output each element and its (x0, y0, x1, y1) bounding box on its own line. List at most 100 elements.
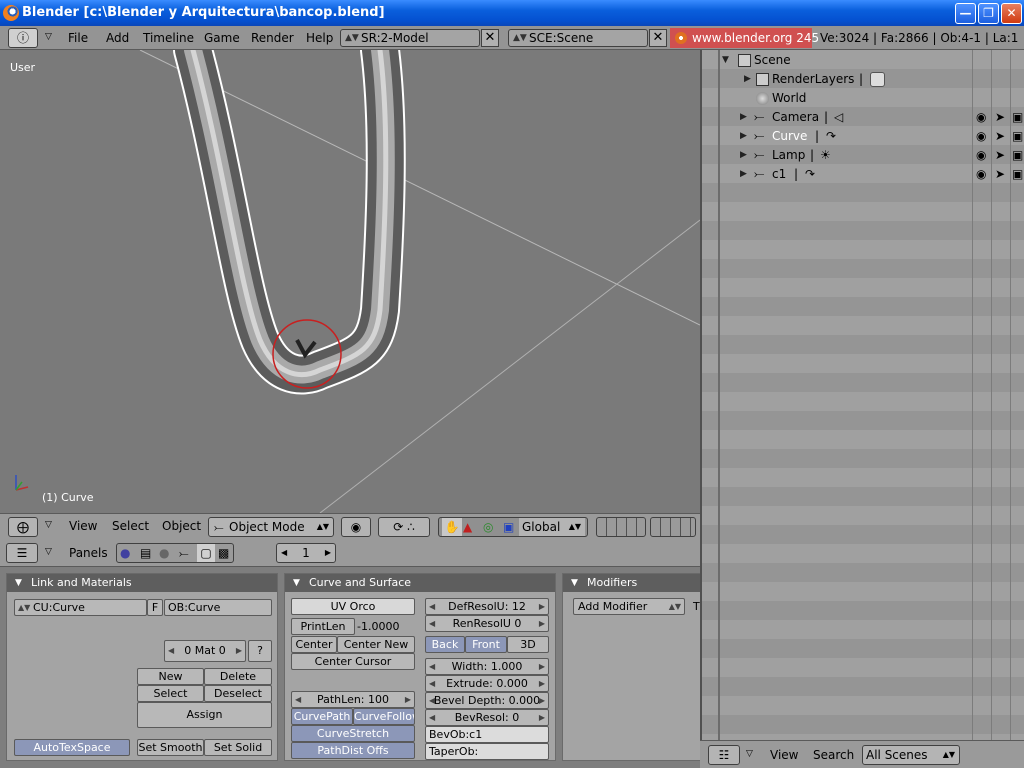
viewport-menu-select[interactable]: Select (112, 519, 149, 533)
material-select-button[interactable]: Select (137, 685, 204, 702)
collapse-menu-icon[interactable]: ▽ (45, 32, 52, 42)
panels-label[interactable]: Panels (69, 546, 108, 560)
menu-file[interactable]: File (68, 31, 88, 45)
menu-render[interactable]: Render (251, 31, 294, 45)
fake-user-button[interactable]: F (147, 599, 163, 616)
material-deselect-button[interactable]: Deselect (204, 685, 272, 702)
object-name-field[interactable]: OB:Curve (164, 599, 272, 616)
visibility-eye-icon[interactable]: ◉ (976, 146, 986, 165)
bevob-field[interactable]: BevOb:c1 (425, 726, 549, 743)
selectable-arrow-icon[interactable]: ➤ (995, 146, 1005, 165)
autotexspace-toggle[interactable]: AutoTexSpace (14, 739, 130, 756)
outliner-row-camera[interactable]: ▶ ⤚ Camera | ◁ ◉ ➤ ▣ (702, 108, 1023, 127)
expand-triangle-icon[interactable]: ▶ (740, 108, 747, 127)
bevel-depth-field[interactable]: ◀ Bevel Depth: 0.000 ▶ (425, 692, 549, 709)
mode-selector[interactable]: ⤚ Object Mode ▲▼ (208, 517, 334, 537)
outliner-row-curve[interactable]: ▶ ⤚ Curve | ↷ ◉ ➤ ▣ (702, 127, 1023, 146)
renderable-icon[interactable]: ▣ (1012, 165, 1023, 184)
width-field[interactable]: ◀ Width: 1.000 ▶ (425, 658, 549, 675)
collapse-menu-icon[interactable]: ▽ (746, 749, 753, 759)
close-button[interactable]: ✕ (1001, 3, 1022, 24)
logic-icon[interactable]: ● (120, 544, 130, 562)
visibility-eye-icon[interactable]: ◉ (976, 108, 986, 127)
visibility-eye-icon[interactable]: ◉ (976, 165, 986, 184)
expand-triangle-icon[interactable]: ▶ (740, 146, 747, 165)
pivot-button[interactable]: ⟳ ∴ (378, 517, 430, 537)
set-solid-button[interactable]: Set Solid (204, 739, 272, 756)
expand-triangle-icon[interactable]: ▼ (722, 51, 729, 70)
draw-type-button[interactable]: ◉ (341, 517, 371, 537)
layer-buttons-1[interactable] (596, 517, 646, 537)
material-assign-button[interactable]: Assign (137, 702, 272, 728)
outliner-menu-search[interactable]: Search (813, 748, 854, 762)
panel-title[interactable]: ▼ Modifiers (563, 574, 700, 592)
3d-viewport[interactable]: User (1) Curve (0, 50, 700, 513)
pathdist-offs-toggle[interactable]: PathDist Offs (291, 742, 415, 759)
editing-icon[interactable]: ▢ (197, 544, 215, 562)
collapse-menu-icon[interactable]: ▽ (45, 547, 52, 557)
menu-add[interactable]: Add (106, 31, 129, 45)
viewport-menu-object[interactable]: Object (162, 519, 201, 533)
selectable-arrow-icon[interactable]: ➤ (995, 165, 1005, 184)
center-cursor-button[interactable]: Center Cursor (291, 653, 415, 670)
shading-icon[interactable]: ● (159, 544, 169, 562)
selectable-arrow-icon[interactable]: ➤ (995, 127, 1005, 146)
renderable-icon[interactable]: ▣ (1012, 146, 1023, 165)
menu-timeline[interactable]: Timeline (143, 31, 194, 45)
script-icon[interactable]: ▤ (140, 544, 151, 562)
selectable-arrow-icon[interactable]: ➤ (995, 108, 1005, 127)
scale-icon[interactable]: ▣ (503, 518, 514, 536)
curvefollow-toggle[interactable]: CurveFollow (353, 708, 415, 725)
extrude-field[interactable]: ◀ Extrude: 0.000 ▶ (425, 675, 549, 692)
translate-icon[interactable]: ▲ (463, 518, 472, 536)
back-toggle[interactable]: Back (425, 636, 465, 653)
restore-button[interactable]: ❐ (978, 3, 999, 24)
curvepath-toggle[interactable]: CurvePath (291, 708, 353, 725)
printlen-button[interactable]: PrintLen (291, 618, 355, 635)
pathlen-field[interactable]: ◀ PathLen: 100 ▶ (291, 691, 415, 708)
defresolu-field[interactable]: ◀ DefResolU: 12 ▶ (425, 598, 549, 615)
menu-game[interactable]: Game (204, 31, 240, 45)
scenes-filter-selector[interactable]: All Scenes ▲▼ (862, 745, 960, 765)
outliner-window-type-button[interactable]: ☷ (708, 745, 740, 765)
curve-datablock-field[interactable]: ▲▼ CU:Curve (14, 599, 147, 616)
buttons-window-type-button[interactable]: ☰ (6, 543, 38, 563)
delete-scene-button[interactable]: ✕ (649, 29, 667, 47)
viewport-menu-view[interactable]: View (69, 519, 97, 533)
collapse-menu-icon[interactable]: ▽ (45, 520, 52, 530)
set-smooth-button[interactable]: Set Smooth (137, 739, 204, 756)
info-window-type-button[interactable]: ⓘ (8, 28, 38, 48)
expand-triangle-icon[interactable]: ▶ (740, 127, 747, 146)
outliner-row-lamp[interactable]: ▶ ⤚ Lamp | ☀ ◉ ➤ ▣ (702, 146, 1023, 165)
3d-toggle[interactable]: 3D (507, 636, 549, 653)
panel-title[interactable]: ▼ Curve and Surface (285, 574, 555, 592)
material-index-field[interactable]: ◀ 0 Mat 0 ▶ (164, 640, 246, 662)
blender-org-link[interactable]: www.blender.org 245 (670, 28, 819, 48)
front-toggle[interactable]: Front (465, 636, 507, 653)
expand-triangle-icon[interactable]: ▶ (740, 165, 747, 184)
material-new-button[interactable]: New (137, 668, 204, 685)
minimize-button[interactable]: — (955, 3, 976, 24)
outliner-row-world[interactable]: World (702, 89, 1022, 108)
layer-buttons-2[interactable] (650, 517, 696, 537)
bevresol-field[interactable]: ◀ BevResol: 0 ▶ (425, 709, 549, 726)
renderable-icon[interactable]: ▣ (1012, 108, 1023, 127)
visibility-eye-icon[interactable]: ◉ (976, 127, 986, 146)
material-delete-button[interactable]: Delete (204, 668, 272, 685)
panel-title[interactable]: ▼ Link and Materials (7, 574, 277, 592)
delete-screen-button[interactable]: ✕ (481, 29, 499, 47)
outliner-menu-view[interactable]: View (770, 748, 798, 762)
menu-help[interactable]: Help (306, 31, 333, 45)
object-icon[interactable]: ⤚ (179, 544, 189, 562)
rotate-icon[interactable]: ◎ (483, 518, 493, 536)
renderable-icon[interactable]: ▣ (1012, 127, 1023, 146)
outliner-row-scene[interactable]: ▼ Scene (702, 51, 1022, 70)
outliner-row-c1[interactable]: ▶ ⤚ c1 | ↷ ◉ ➤ ▣ (702, 165, 1023, 184)
frame-field[interactable]: ◀ 1 ▶ (276, 543, 336, 563)
hand-icon[interactable]: ✋ (442, 518, 462, 536)
scene-selector[interactable]: ▲▼ SCE:Scene (508, 29, 648, 47)
scene-icon[interactable]: ▩ (218, 544, 229, 562)
center-new-button[interactable]: Center New (337, 636, 415, 653)
center-button[interactable]: Center (291, 636, 337, 653)
orientation-selector[interactable]: Global ▲▼ (519, 518, 585, 536)
